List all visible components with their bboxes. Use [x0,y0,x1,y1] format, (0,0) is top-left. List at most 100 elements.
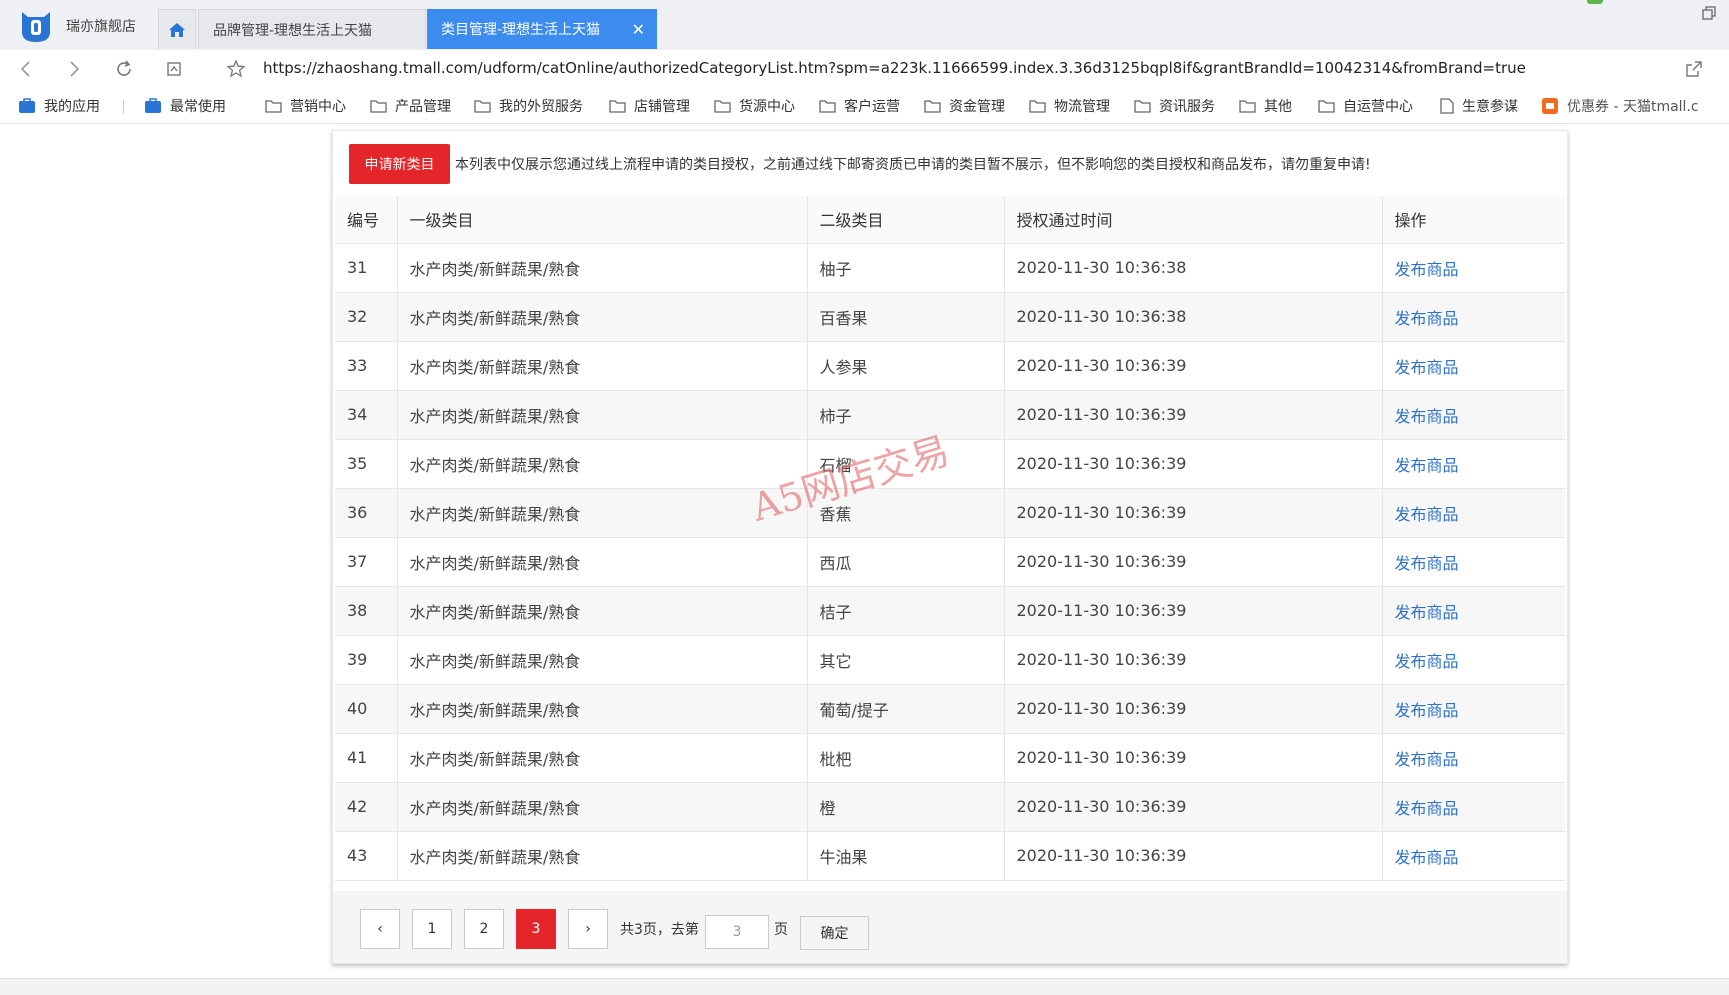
cell-level2: 柿子 [806,390,1004,440]
page-suffix-text: 页 [774,922,788,938]
cell-level2: 其它 [806,635,1004,685]
table-row: 34 水产肉类/新鲜蔬果/熟食 柿子 2020-11-30 10:36:39 发布商品 [335,390,1565,440]
cell-operation: 发布商品 [1381,341,1565,391]
cell-operation: 发布商品 [1381,635,1565,685]
store-name: 瑞亦旗舰店 [66,19,136,35]
home-tab[interactable] [158,9,196,49]
back-icon[interactable] [16,59,36,79]
publish-product-link[interactable]: 发布商品 [1395,358,1459,377]
tab-brand-management[interactable]: 品牌管理-理想生活上天猫 [198,9,426,49]
page-button-3-current[interactable]: 3 [516,909,556,949]
tab-label: 类目管理-理想生活上天猫 [441,22,601,38]
tab-category-management[interactable]: 类目管理-理想生活上天猫 ✕ [427,9,657,49]
next-page-button[interactable]: › [568,909,608,949]
bookmark-folder[interactable]: 营销中心 [265,94,346,118]
bookmark-most-used[interactable]: 最常使用 [144,94,226,118]
share-icon[interactable] [1685,60,1703,78]
goto-confirm-button[interactable]: 确定 [800,916,869,950]
folder-icon [924,100,941,113]
tab-close-icon[interactable]: ✕ [632,20,645,39]
store-brand[interactable]: 瑞亦旗舰店 [18,8,136,44]
bookmark-folder[interactable]: 资金管理 [924,94,1005,118]
bookmark-page[interactable]: 生意参谋 [1440,94,1518,118]
publish-product-link[interactable]: 发布商品 [1395,554,1459,573]
url-field[interactable]: https://zhaoshang.tmall.com/udform/catOn… [263,59,1526,77]
cell-operation: 发布商品 [1381,733,1565,783]
table-row: 40 水产肉类/新鲜蔬果/熟食 葡萄/提子 2020-11-30 10:36:39 发布… [335,684,1565,734]
cell-time: 2020-11-30 10:36:39 [1003,831,1382,881]
table-body: 31 水产肉类/新鲜蔬果/熟食 柚子 2020-11-30 10:36:38 发布商品 … [335,243,1565,881]
bookmark-folder[interactable]: 物流管理 [1029,94,1110,118]
page-button-1[interactable]: 1 [412,909,452,949]
notice-text: 本列表中仅展示您通过线上流程申请的类目授权，之前通过线下邮寄资质已申请的类目暂不… [455,157,1371,173]
publish-product-link[interactable]: 发布商品 [1395,652,1459,671]
folder-icon [1318,100,1335,113]
cell-no: 37 [335,537,397,587]
cell-time: 2020-11-30 10:36:38 [1003,292,1382,342]
bookmark-folder[interactable]: 我的外贸服务 [474,94,583,118]
cell-no: 41 [335,733,397,783]
cell-level1: 水产肉类/新鲜蔬果/熟食 [396,586,807,636]
goto-page-input[interactable] [705,915,769,949]
header-operation: 操作 [1381,196,1565,244]
forward-icon[interactable] [64,59,84,79]
cell-time: 2020-11-30 10:36:39 [1003,782,1382,832]
home-page-icon[interactable] [164,59,184,79]
cell-time: 2020-11-30 10:36:39 [1003,488,1382,538]
bookmark-folder[interactable]: 客户运营 [819,94,900,118]
publish-product-link[interactable]: 发布商品 [1395,701,1459,720]
publish-product-link[interactable]: 发布商品 [1395,407,1459,426]
publish-product-link[interactable]: 发布商品 [1395,848,1459,867]
cell-operation: 发布商品 [1381,292,1565,342]
cell-no: 31 [335,243,397,293]
cell-time: 2020-11-30 10:36:39 [1003,537,1382,587]
cell-level2: 牛油果 [806,831,1004,881]
page-button-2[interactable]: 2 [464,909,504,949]
folder-icon [474,100,491,113]
favorite-star-icon[interactable] [226,59,246,79]
reload-icon[interactable] [114,59,134,79]
folder-icon [370,100,387,113]
bookmark-folder[interactable]: 产品管理 [370,94,451,118]
address-bar: https://zhaoshang.tmall.com/udform/catOn… [0,50,1729,88]
app-box-icon [19,98,35,113]
cell-no: 35 [335,439,397,489]
publish-product-link[interactable]: 发布商品 [1395,603,1459,622]
cell-level1: 水产肉类/新鲜蔬果/熟食 [396,537,807,587]
bookmark-label: 营销中心 [290,99,346,115]
cell-level2: 柚子 [806,243,1004,293]
header-level1-category: 一级类目 [396,196,807,244]
publish-product-link[interactable]: 发布商品 [1395,505,1459,524]
cell-no: 42 [335,782,397,832]
bookmark-label: 其他 [1264,99,1292,115]
publish-product-link[interactable]: 发布商品 [1395,799,1459,818]
bookmark-folder[interactable]: 资讯服务 [1134,94,1215,118]
cell-level1: 水产肉类/新鲜蔬果/熟食 [396,831,807,881]
cell-level2: 枇杷 [806,733,1004,783]
cell-time: 2020-11-30 10:36:39 [1003,390,1382,440]
cell-level1: 水产肉类/新鲜蔬果/熟食 [396,684,807,734]
bookmark-folder[interactable]: 其他 [1239,94,1292,118]
cell-level2: 西瓜 [806,537,1004,587]
cell-level1: 水产肉类/新鲜蔬果/熟食 [396,733,807,783]
publish-product-link[interactable]: 发布商品 [1395,750,1459,769]
publish-product-link[interactable]: 发布商品 [1395,260,1459,279]
restore-window-icon[interactable] [1701,5,1717,21]
apply-new-category-button[interactable]: 申请新类目 [349,144,450,184]
bookmark-label: 我的外贸服务 [499,99,583,115]
publish-product-link[interactable]: 发布商品 [1395,309,1459,328]
app-box-icon [145,98,161,113]
bookmark-my-apps[interactable]: 我的应用 [18,94,100,118]
bookmark-folder[interactable]: 店铺管理 [609,94,690,118]
bookmark-label: 我的应用 [44,99,100,115]
bookmark-divider [123,100,124,114]
cell-no: 32 [335,292,397,342]
bookmark-label: 最常使用 [170,99,226,115]
status-bar [0,978,1729,995]
folder-icon [1239,100,1256,113]
bookmark-coupon[interactable]: 优惠券 - 天猫tmall.c [1541,94,1699,118]
bookmark-folder[interactable]: 货源中心 [714,94,795,118]
publish-product-link[interactable]: 发布商品 [1395,456,1459,475]
bookmark-folder[interactable]: 自运营中心 [1318,94,1413,118]
prev-page-button[interactable]: ‹ [360,909,400,949]
